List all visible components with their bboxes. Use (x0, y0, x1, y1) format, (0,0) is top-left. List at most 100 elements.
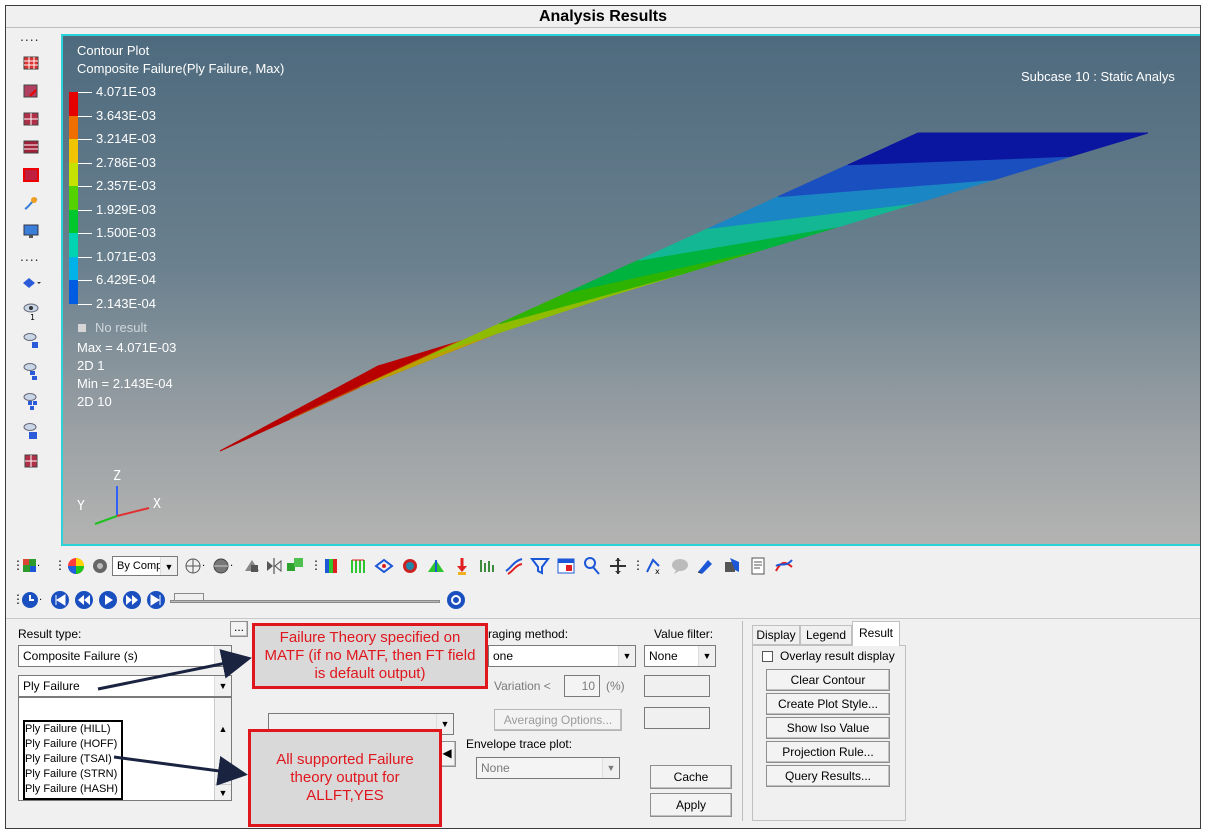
scroll-down-icon[interactable]: ▼ (215, 784, 231, 800)
visibility-group-icon[interactable] (20, 390, 42, 412)
value-filter-select[interactable]: None ▼ (644, 645, 716, 667)
section-cut-icon[interactable] (722, 556, 742, 576)
ply-list-item[interactable]: Ply Failure (TSAI) (25, 752, 118, 767)
note-icon[interactable] (670, 556, 690, 576)
visibility-part-icon[interactable] (20, 420, 42, 442)
clear-contour-button[interactable]: Clear Contour (766, 669, 890, 691)
table-icon[interactable] (556, 556, 576, 576)
last-frame-icon[interactable] (146, 590, 166, 610)
graphics-viewport[interactable]: Contour Plot Composite Failure(Ply Failu… (61, 34, 1200, 546)
color-by-select[interactable]: By Comp ▼ (112, 556, 178, 576)
tab-result[interactable]: Result (852, 621, 900, 646)
component-color-icon[interactable] (90, 556, 110, 576)
tensor-icon[interactable] (20, 108, 42, 130)
ply-list-item[interactable]: Ply Failure (HILL) (25, 722, 118, 737)
play-icon[interactable] (98, 590, 118, 610)
legend-tick (78, 303, 92, 305)
streamline-icon[interactable] (20, 192, 42, 214)
features-icon[interactable] (242, 556, 262, 576)
transform-icon[interactable] (286, 556, 306, 576)
vector-plot-icon[interactable] (374, 556, 394, 576)
chevron-down-icon: ▼ (214, 676, 231, 696)
legend-value: 3.643E-03 (96, 107, 156, 123)
ply-list-item[interactable]: Ply Failure (HOFF) (25, 737, 118, 752)
tracing-icon[interactable] (696, 556, 716, 576)
variation-input[interactable]: 10 (564, 675, 600, 697)
create-plot-style-button[interactable]: Create Plot Style... (766, 693, 890, 715)
color-wheel-icon[interactable] (66, 556, 86, 576)
averaging-method-select[interactable]: one ▼ (488, 645, 636, 667)
ply-list-scrollbar[interactable]: ▲ ▼ (214, 698, 231, 800)
legend-tick (78, 209, 92, 211)
show-iso-value-button[interactable]: Show Iso Value (766, 717, 890, 739)
tensor-plot-icon[interactable] (400, 556, 420, 576)
previous-frame-icon[interactable] (74, 590, 94, 610)
vector-icon[interactable] (20, 80, 42, 102)
plate-element[interactable] (498, 249, 764, 325)
animation-mode-icon[interactable]: · (20, 590, 46, 610)
deformed-plot-icon[interactable] (426, 556, 446, 576)
streamline-plot-icon[interactable] (504, 556, 524, 576)
plate-element[interactable] (359, 295, 610, 388)
contour-plot-icon[interactable] (322, 556, 342, 576)
animation-slider[interactable] (170, 592, 440, 610)
tab-legend[interactable]: Legend (800, 625, 852, 645)
visibility-tree-icon[interactable] (20, 360, 42, 382)
visibility-icon[interactable]: 1 (20, 300, 42, 322)
cache-button[interactable]: Cache (650, 765, 732, 789)
ply-list-item[interactable]: Ply Failure (STRN) (25, 767, 118, 782)
toolbar-grip-4[interactable]: ⋮ (54, 558, 66, 572)
plot-type-label: Contour Plot (77, 43, 150, 58)
legend-value: 3.214E-03 (96, 131, 156, 146)
first-frame-icon[interactable] (50, 590, 70, 610)
graph-vx-icon[interactable] (478, 556, 498, 576)
plate-element[interactable] (289, 318, 533, 420)
result-type-browse-button[interactable]: ... (230, 621, 248, 637)
query-results-button[interactable]: Query Results... (766, 765, 890, 787)
contour-icon[interactable] (20, 52, 42, 74)
plate-element[interactable] (429, 272, 687, 357)
iso-icon[interactable] (20, 164, 42, 186)
overlay-checkbox[interactable] (762, 651, 773, 662)
curve-icon[interactable] (774, 556, 794, 576)
deformed-icon[interactable] (20, 136, 42, 158)
filter-min-input[interactable] (644, 675, 710, 697)
derived-results-icon[interactable]: x (644, 556, 664, 576)
iso-plot-icon[interactable] (348, 556, 368, 576)
animation-settings-icon[interactable] (446, 590, 466, 610)
legend-value: 2.143E-04 (96, 295, 156, 311)
envelope-trace-select[interactable]: None ▼ (476, 757, 620, 779)
projection-rule-button[interactable]: Projection Rule... (766, 741, 890, 763)
tab-display[interactable]: Display (752, 625, 800, 645)
mirror-icon[interactable] (264, 556, 284, 576)
contour-dropdown-icon[interactable]: · (22, 556, 42, 576)
averaging-options-button[interactable]: Averaging Options... (494, 709, 622, 731)
toolbar-grip-5[interactable]: ⋮ (310, 558, 322, 572)
probe-icon[interactable] (582, 556, 602, 576)
filter-max-input[interactable] (644, 707, 710, 729)
apply-button[interactable]: Apply (650, 793, 732, 817)
animation-load-icon[interactable] (452, 556, 472, 576)
monitor-icon[interactable] (20, 220, 42, 242)
shading-dropdown-icon[interactable] (20, 272, 42, 294)
toolbar-grip-6[interactable]: ⋮ (632, 558, 644, 572)
filter-icon[interactable] (530, 556, 550, 576)
toolbar-grip[interactable]: .... (20, 29, 40, 43)
wireframe-icon[interactable]: · (184, 556, 205, 576)
measure-icon[interactable] (608, 556, 628, 576)
mesh-icon[interactable] (20, 450, 42, 472)
toolbar-grip-2[interactable]: .... (20, 249, 40, 263)
ply-failure-select[interactable]: Ply Failure ▼ (18, 675, 232, 697)
report-icon[interactable] (748, 556, 768, 576)
subcase-label: Subcase 10 : Static Analys (1021, 69, 1175, 84)
failure-theory-callout: Failure Theory specified on MATF (if no … (252, 623, 488, 689)
visibility-select-icon[interactable] (20, 330, 42, 352)
legend-value: 1.500E-03 (96, 225, 156, 240)
scroll-up-icon[interactable]: ▲ (215, 722, 231, 736)
ply-failure-list[interactable]: Ply Failure (HILL) Ply Failure (HOFF) Ply … (18, 697, 232, 801)
result-type-select[interactable]: Composite Failure (s) ▼ (18, 645, 232, 667)
averaging-method-label: raging method: (488, 627, 569, 641)
next-frame-icon[interactable] (122, 590, 142, 610)
ply-list-item[interactable]: Ply Failure (HASH) (25, 782, 118, 797)
shaded-icon[interactable]: · (212, 556, 233, 576)
